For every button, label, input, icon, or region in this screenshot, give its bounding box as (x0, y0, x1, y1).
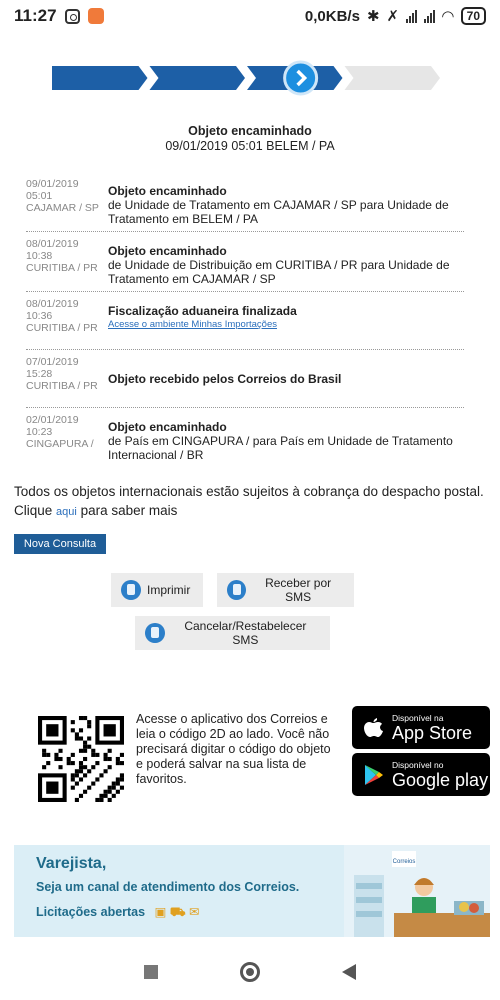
new-query-button[interactable]: Nova Consulta (14, 534, 106, 554)
history-date: 08/01/2019 (26, 298, 79, 310)
retailer-banner[interactable]: Varejista, Seja um canal de atendimento … (14, 845, 490, 937)
history-place: CAJAMAR / SP (26, 202, 99, 214)
history-when: 07/01/2019 15:28 CURITIBA / PR (26, 356, 108, 402)
banner-line-1: Varejista, (36, 855, 107, 872)
history-time: 10:23 (26, 426, 53, 438)
progress-step (149, 66, 245, 90)
banner-line-3-text: Licitações abertas (36, 905, 146, 919)
history-place: CURITIBA / PR (26, 262, 98, 274)
history-date: 02/01/2019 (26, 414, 79, 426)
history-time: 10:38 (26, 250, 53, 262)
store-illustration: Correios (344, 845, 490, 937)
receive-sms-button[interactable]: Receber por SMS (217, 573, 354, 607)
history-time: 05:01 (26, 190, 53, 202)
history-event: Objeto recebido pelos Correios do Brasil (108, 356, 464, 402)
printer-icon (121, 580, 141, 600)
history-event: Fiscalização aduaneira finalizada Acesse … (108, 298, 464, 344)
app-store-badge[interactable]: Disponível na App Store (352, 706, 490, 749)
google-play-small: Disponível no (392, 759, 444, 770)
click-text: Clique (14, 503, 53, 518)
history-event: Objeto encaminhado de Unidade de Tratamen… (108, 178, 464, 226)
history-row: 08/01/2019 10:38 CURITIBA / PR Objeto encam… (26, 231, 464, 291)
history-row: 07/01/2019 15:28 CURITIBA / PR Objeto receb… (26, 349, 464, 407)
history-place: CURITIBA / PR (26, 322, 98, 334)
history-event: Objeto encaminhado de Unidade de Distribu… (108, 238, 464, 286)
box-cart-mail-icons: ▣ ⛟ ✉ (154, 905, 200, 919)
phone-icon (227, 580, 247, 600)
current-status: Objeto encaminhado 09/01/2019 05:01 BELE… (0, 124, 500, 154)
history-place: CURITIBA / PR (26, 380, 98, 392)
history-date: 07/01/2019 (26, 356, 79, 368)
history-time: 10:36 (26, 310, 53, 322)
app-notification-icon (87, 8, 104, 24)
history-time: 15:28 (26, 368, 53, 380)
history-event-title: Objeto encaminhado (108, 420, 227, 434)
phone-icon (145, 623, 165, 643)
current-step-marker (283, 60, 319, 96)
history-event-detail: de Unidade de Distribuição em CURITIBA /… (108, 258, 450, 286)
app-store-small: Disponível na (392, 712, 444, 723)
apple-icon (364, 717, 383, 737)
tracking-history: 09/01/2019 05:01 CAJAMAR / SP Objeto encami… (26, 172, 464, 467)
bluetooth-icon: ✱ (366, 8, 380, 25)
google-play-icon (365, 764, 383, 785)
tax-notice-text: Todos os objetos internacionais estão su… (14, 484, 484, 499)
history-event-title: Fiscalização aduaneira finalizada (108, 304, 297, 318)
qr-code (38, 716, 124, 802)
wifi-icon: ◠ (442, 8, 454, 25)
android-nav-bar (0, 944, 500, 1000)
history-row: 02/01/2019 10:23 CINGAPURA / Objeto encamin… (26, 407, 464, 467)
mute-icon: ✗ (386, 8, 400, 25)
cancel-sms-label: Cancelar/Restabelecer SMS (184, 619, 307, 647)
signal-icon-1 (406, 9, 418, 23)
progress-step (52, 66, 148, 90)
progress-steps (52, 60, 440, 96)
learn-more-text: para saber mais (80, 503, 178, 518)
history-row: 09/01/2019 05:01 CAJAMAR / SP Objeto encami… (26, 172, 464, 231)
correios-sign: Correios (393, 859, 416, 865)
signal-icon-2 (424, 9, 436, 23)
history-event-detail: de Unidade de Tratamento em CAJAMAR / SP… (108, 198, 449, 226)
battery-indicator: 70 (460, 7, 486, 25)
history-when: 08/01/2019 10:36 CURITIBA / PR (26, 298, 108, 344)
history-when: 08/01/2019 10:38 CURITIBA / PR (26, 238, 108, 286)
history-event-title: Objeto recebido pelos Correios do Brasil (108, 372, 342, 386)
history-when: 02/01/2019 10:23 CINGAPURA / (26, 414, 108, 462)
google-play-big: Google play (392, 769, 489, 790)
progress-step (344, 66, 440, 90)
receive-sms-label: Receber por SMS (265, 576, 332, 604)
instagram-icon (64, 8, 80, 24)
history-event-title: Objeto encaminhado (108, 244, 227, 258)
history-date: 09/01/2019 (26, 178, 79, 190)
here-link[interactable]: aqui (56, 506, 77, 518)
history-event-link[interactable]: Acesse o ambiente Minhas Importações (108, 318, 464, 332)
history-place: CINGAPURA / (26, 438, 94, 450)
history-event-detail: de País em CINGAPURA / para País em Unid… (108, 434, 453, 462)
banner-line-2: Seja um canal de atendimento dos Correio… (36, 880, 300, 894)
tax-notice: Todos os objetos internacionais estão su… (14, 482, 494, 522)
status-bar: 11:27 0,0KB/s ✱ ✗ ◠ 70 (0, 0, 500, 32)
print-label: Imprimir (147, 583, 191, 597)
history-event: Objeto encaminhado de País em CINGAPURA /… (108, 414, 464, 462)
tracking-progress (52, 58, 442, 98)
clock: 11:27 (14, 6, 57, 25)
app-store-big: App Store (392, 722, 473, 743)
history-row: 08/01/2019 10:36 CURITIBA / PR Fiscalização… (26, 291, 464, 349)
history-event-title: Objeto encaminhado (108, 184, 227, 198)
cancel-sms-button[interactable]: Cancelar/Restabelecer SMS (135, 616, 330, 650)
print-button[interactable]: Imprimir (111, 573, 203, 607)
app-promo-text: Acesse o aplicativo dos Correios e leia … (136, 712, 331, 786)
current-status-title: Objeto encaminhado (188, 124, 312, 138)
network-speed: 0,0KB/s (304, 7, 360, 25)
banner-line-3: Licitações abertas ▣ ⛟ ✉ (36, 904, 200, 921)
history-date: 08/01/2019 (26, 238, 79, 250)
history-when: 09/01/2019 05:01 CAJAMAR / SP (26, 178, 108, 226)
google-play-badge[interactable]: Disponível no Google play (352, 753, 490, 796)
current-status-subtitle: 09/01/2019 05:01 BELEM / PA (165, 139, 335, 153)
home-button[interactable] (240, 962, 260, 982)
back-button[interactable] (342, 964, 356, 980)
recents-button[interactable] (144, 965, 158, 979)
